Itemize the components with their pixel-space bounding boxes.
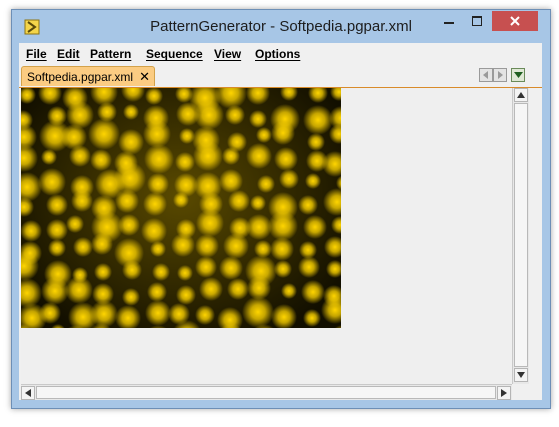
horizontal-scroll-thumb[interactable] bbox=[36, 386, 496, 399]
scroll-right-button[interactable] bbox=[497, 386, 511, 400]
title-bar[interactable]: PatternGenerator - Softpedia.pgpar.xml bbox=[12, 10, 550, 44]
scroll-down-button[interactable] bbox=[514, 368, 528, 382]
arrow-left-icon bbox=[25, 389, 31, 397]
client-area: File Edit Pattern Sequence View Options … bbox=[19, 43, 542, 400]
tab-scroll-left-button[interactable] bbox=[479, 68, 493, 82]
tab-close-icon[interactable]: ✕ bbox=[139, 69, 150, 85]
close-icon bbox=[510, 16, 520, 26]
scroll-up-button[interactable] bbox=[514, 88, 528, 102]
tab-document[interactable]: Softpedia.pgpar.xml ✕ bbox=[21, 66, 155, 86]
maximize-icon bbox=[471, 16, 482, 26]
horizontal-scrollbar[interactable] bbox=[21, 384, 512, 400]
menu-sequence[interactable]: Sequence bbox=[146, 47, 203, 61]
minimize-icon bbox=[443, 22, 454, 24]
arrow-down-icon bbox=[517, 372, 525, 378]
tab-bar: Softpedia.pgpar.xml ✕ bbox=[19, 65, 542, 88]
tab-list-button[interactable] bbox=[511, 68, 525, 82]
arrow-right-icon bbox=[501, 389, 507, 397]
scroll-left-button[interactable] bbox=[21, 386, 35, 400]
vertical-scrollbar[interactable] bbox=[512, 88, 529, 384]
menu-pattern[interactable]: Pattern bbox=[90, 47, 131, 61]
menu-file[interactable]: File bbox=[26, 47, 47, 61]
arrow-up-icon bbox=[517, 92, 525, 98]
maximize-button[interactable] bbox=[463, 11, 490, 31]
menu-options[interactable]: Options bbox=[255, 47, 300, 61]
tab-label: Softpedia.pgpar.xml bbox=[27, 70, 134, 84]
tab-scroll-right-button[interactable] bbox=[493, 68, 507, 82]
vertical-scroll-thumb[interactable] bbox=[514, 103, 528, 367]
pattern-preview-image bbox=[21, 88, 341, 328]
pattern-view bbox=[21, 88, 511, 384]
chevron-left-icon bbox=[483, 71, 488, 79]
app-window: PatternGenerator - Softpedia.pgpar.xml F… bbox=[11, 9, 551, 409]
chevron-down-icon bbox=[513, 72, 523, 78]
menu-edit[interactable]: Edit bbox=[57, 47, 80, 61]
menu-bar: File Edit Pattern Sequence View Options bbox=[19, 43, 542, 65]
close-button[interactable] bbox=[492, 11, 538, 31]
minimize-button[interactable] bbox=[435, 11, 462, 31]
chevron-right-icon bbox=[498, 71, 503, 79]
menu-view[interactable]: View bbox=[214, 47, 241, 61]
